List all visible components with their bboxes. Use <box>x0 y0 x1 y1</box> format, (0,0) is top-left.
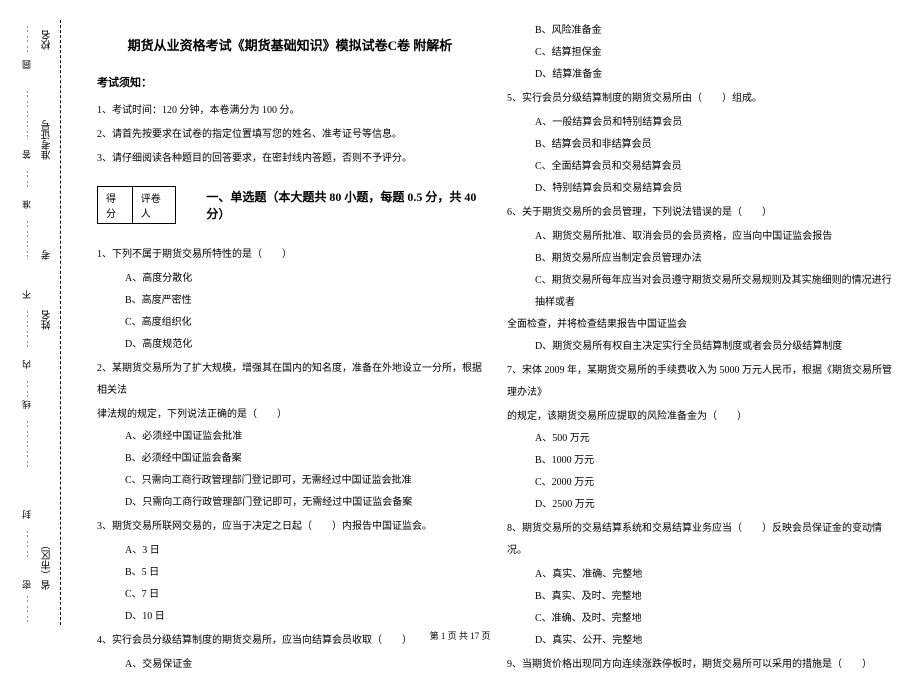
question-option: D、期货交易所有权自主决定实行全员结算制度或者会员分级结算制度 <box>507 336 893 358</box>
dots: ︰︰ <box>22 380 33 400</box>
question-stem: 2、某期货交易所为了扩大规模，增强其在国内的知名度，准备在外地设立一分所，根据相… <box>97 358 483 402</box>
question-option: A、必须经中国证监会批准 <box>97 426 483 448</box>
cutline-text: 答 <box>20 150 33 159</box>
dots: ︰︰ <box>22 170 33 190</box>
question-3: 3、期货交易所联网交易的，应当于决定之日起（ ）内报告中国证监会。 A、3 日 … <box>97 516 483 628</box>
exam-page: 校名 准考证号 考 姓名 省（市区） ︰︰︰ 圆 ︰︰︰︰︰ 答 ︰︰ 准 ︰︰… <box>0 0 920 650</box>
cutline-text: 内 <box>20 360 33 369</box>
content-area: 期货从业资格考试《期货基础知识》模拟试卷C卷 附解析 考试须知： 1、考试时间：… <box>70 20 920 625</box>
cutline-text: 密 <box>20 580 33 589</box>
question-option: D、2500 万元 <box>507 494 893 516</box>
section-title: 一、单选题（本大题共 80 小题，每题 0.5 分，共 40 分） <box>206 188 483 222</box>
question-option: B、真实、及时、完整地 <box>507 586 893 608</box>
binding-label: 准考证号 <box>40 120 55 160</box>
left-column: 期货从业资格考试《期货基础知识》模拟试卷C卷 附解析 考试须知： 1、考试时间：… <box>85 20 495 625</box>
question-stem: 9、当期货价格出现同方向连续涨跌停板时，期货交易所可以采用的措施是（ ） <box>507 654 893 676</box>
question-option: B、必须经中国证监会备案 <box>97 448 483 470</box>
binding-margin: 校名 准考证号 考 姓名 省（市区） ︰︰︰ 圆 ︰︰︰︰︰ 答 ︰︰ 准 ︰︰… <box>0 20 70 625</box>
question-option: A、真实、准确、完整地 <box>507 564 893 586</box>
question-option: B、结算会员和非结算会员 <box>507 134 893 156</box>
question-stem: 5、实行会员分级结算制度的期货交易所由（ ）组成。 <box>507 88 893 110</box>
notice-heading: 考试须知： <box>97 74 483 90</box>
question-9: 9、当期货价格出现同方向连续涨跌停板时，期货交易所可以采用的措施是（ ） <box>507 654 893 676</box>
question-stem-cont: 的规定，该期货交易所应提取的风险准备金为（ ） <box>507 406 893 428</box>
binding-label: 姓名 <box>40 310 55 330</box>
question-option: D、只需向工商行政管理部门登记即可，无需经过中国证监会备案 <box>97 492 483 514</box>
cut-line <box>60 20 61 625</box>
right-column: B、风险准备金 C、结算担保金 D、结算准备金 5、实行会员分级结算制度的期货交… <box>495 20 905 625</box>
question-option: B、风险准备金 <box>507 20 893 42</box>
question-option: B、高度严密性 <box>97 290 483 312</box>
question-5: 5、实行会员分级结算制度的期货交易所由（ ）组成。 A、一般结算会员和特别结算会… <box>507 88 893 200</box>
question-option: C、2000 万元 <box>507 472 893 494</box>
question-stem: 6、关于期货交易所的会员管理，下列说法错误的是（ ） <box>507 202 893 224</box>
question-stem: 3、期货交易所联网交易的，应当于决定之日起（ ）内报告中国证监会。 <box>97 516 483 538</box>
question-7: 7、宋体 2009 年，某期货交易所的手续费收入为 5000 万元人民币，根据《… <box>507 360 893 516</box>
question-option: A、期货交易所批准、取消会员的会员资格，应当向中国证监会报告 <box>507 226 893 248</box>
dots: ︰︰︰︰ <box>22 310 33 350</box>
question-option: D、高度规范化 <box>97 334 483 356</box>
question-option: A、高度分散化 <box>97 268 483 290</box>
question-option: D、10 日 <box>97 606 483 628</box>
dots: ︰︰︰ <box>22 595 33 625</box>
question-option: D、结算准备金 <box>507 64 893 86</box>
dots: ︰︰︰︰ <box>22 220 33 260</box>
question-option: A、500 万元 <box>507 428 893 450</box>
cutline-text: 线 <box>20 400 33 409</box>
binding-label: 省（市区） <box>40 540 55 590</box>
question-stem: 1、下列不属于期货交易所特性的是（ ） <box>97 244 483 266</box>
reviewer-label: 评卷人 <box>133 187 176 223</box>
question-option: C、全面结算会员和交易结算会员 <box>507 156 893 178</box>
question-option: C、7 日 <box>97 584 483 606</box>
notice-item: 1、考试时间：120 分钟，本卷满分为 100 分。 <box>97 100 483 122</box>
dots: ︰︰︰︰︰ <box>22 90 33 140</box>
question-option: C、高度组织化 <box>97 312 483 334</box>
exam-title: 期货从业资格考试《期货基础知识》模拟试卷C卷 附解析 <box>97 35 483 54</box>
dots: ︰︰︰ <box>22 530 33 560</box>
question-option: D、特别结算会员和交易结算会员 <box>507 178 893 200</box>
question-option: C、只需向工商行政管理部门登记即可，无需经过中国证监会批准 <box>97 470 483 492</box>
notice-item: 3、请仔细阅读各种题目的回答要求，在密封线内答题，否则不予评分。 <box>97 148 483 170</box>
question-option: B、1000 万元 <box>507 450 893 472</box>
question-option: C、期货交易所每年应当对会员遵守期货交易所交易规则及其实施细则的情况进行抽样或者 <box>507 270 893 314</box>
binding-label: 考 <box>40 250 55 260</box>
question-option: A、3 日 <box>97 540 483 562</box>
page-footer: 第 1 页 共 17 页 <box>0 629 920 642</box>
question-option-cont: 全面检查，并将检查结果报告中国证监会 <box>507 314 893 336</box>
question-1: 1、下列不属于期货交易所特性的是（ ） A、高度分散化 B、高度严密性 C、高度… <box>97 244 483 356</box>
question-option: B、期货交易所应当制定会员管理办法 <box>507 248 893 270</box>
question-stem-cont: 律法规的规定，下列说法正确的是（ ） <box>97 404 483 426</box>
cutline-text: 圆 <box>20 60 33 69</box>
dots: ︰︰︰︰︰ <box>22 420 33 470</box>
question-stem: 8、期货交易所的交易结算系统和交易结算业务应当（ ）反映会员保证金的变动情况。 <box>507 518 893 562</box>
cutline-text: 准 <box>20 200 33 209</box>
question-option: B、5 日 <box>97 562 483 584</box>
cutline-text: 不 <box>20 290 33 299</box>
question-option: A、一般结算会员和特别结算会员 <box>507 112 893 134</box>
question-option: C、准确、及时、完整地 <box>507 608 893 630</box>
question-stem: 7、宋体 2009 年，某期货交易所的手续费收入为 5000 万元人民币，根据《… <box>507 360 893 404</box>
question-option: A、交易保证金 <box>97 654 483 676</box>
question-2: 2、某期货交易所为了扩大规模，增强其在国内的知名度，准备在外地设立一分所，根据相… <box>97 358 483 514</box>
question-6: 6、关于期货交易所的会员管理，下列说法错误的是（ ） A、期货交易所批准、取消会… <box>507 202 893 358</box>
score-box: 得分 评卷人 <box>97 186 176 224</box>
cutline-text: 封 <box>20 510 33 519</box>
section-header: 得分 评卷人 一、单选题（本大题共 80 小题，每题 0.5 分，共 40 分） <box>97 178 483 232</box>
question-4-cont: B、风险准备金 C、结算担保金 D、结算准备金 <box>507 20 893 86</box>
question-option: C、结算担保金 <box>507 42 893 64</box>
dots: ︰︰︰ <box>22 25 33 55</box>
score-label: 得分 <box>98 187 133 223</box>
notice-item: 2、请首先按要求在试卷的指定位置填写您的姓名、准考证号等信息。 <box>97 124 483 146</box>
binding-label: 校名 <box>40 30 55 50</box>
